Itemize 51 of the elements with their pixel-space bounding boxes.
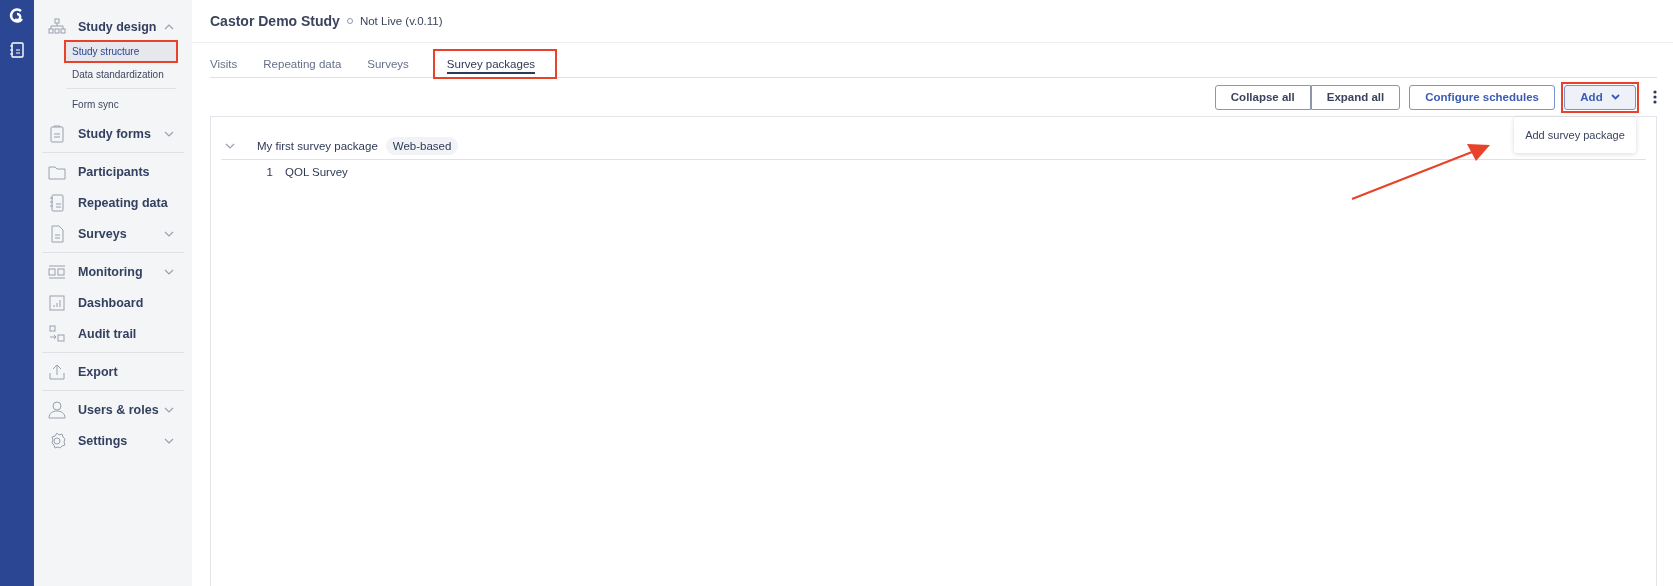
package-type-tag: Web-based <box>385 137 459 155</box>
menu-item-icon <box>48 124 66 143</box>
chevron-down-icon[interactable] <box>164 406 174 413</box>
sidebar-item[interactable]: Settings <box>78 433 164 448</box>
sidebar-item[interactable]: Monitoring <box>78 264 164 279</box>
menu-item-icon <box>48 17 66 36</box>
toolbar-button[interactable]: Expand all <box>1310 84 1401 110</box>
menu-item-icon <box>48 262 66 281</box>
tab[interactable]: Surveys <box>367 51 421 77</box>
sidebar-item[interactable]: Audit trail <box>78 326 184 341</box>
tab[interactable]: Survey packages <box>434 51 556 77</box>
menu-item-icon <box>48 362 66 381</box>
sidebar-item[interactable]: Study forms <box>78 126 164 141</box>
menu-item-icon <box>48 224 66 243</box>
sidebar-item[interactable]: Dashboard <box>78 295 184 310</box>
add-button[interactable]: Add <box>1564 84 1636 110</box>
notebook-icon[interactable] <box>10 42 24 58</box>
chevron-down-icon[interactable] <box>164 437 174 444</box>
sidebar-subitem[interactable]: Form sync <box>66 95 176 114</box>
menu-item[interactable]: Add survey package <box>1514 128 1636 141</box>
menu-item-icon <box>48 293 66 312</box>
study-status: Not Live (v.0.11) <box>359 15 443 27</box>
survey-number: 1 <box>265 166 273 178</box>
menu-item-icon <box>48 400 66 419</box>
toolbar-button[interactable]: Configure schedules <box>1409 84 1555 110</box>
chevron-down-icon[interactable] <box>225 143 235 149</box>
sidebar-item[interactable]: Participants <box>78 164 184 179</box>
sidebar-item[interactable]: Users & roles <box>78 402 164 417</box>
chevron-down-icon[interactable] <box>164 268 174 275</box>
package-name: My first survey package <box>257 140 378 152</box>
tab[interactable]: Visits <box>210 51 250 77</box>
chevron-down-icon[interactable] <box>164 130 174 137</box>
logo-icon[interactable] <box>9 8 25 26</box>
chevron-down-icon[interactable] <box>164 230 174 237</box>
status-dot-icon <box>345 17 354 25</box>
sidebar-item[interactable]: Study design <box>78 19 164 34</box>
caret-icon <box>1610 94 1620 100</box>
chevron-up-icon[interactable] <box>164 23 174 30</box>
toolbar-button[interactable]: Collapse all <box>1214 84 1311 110</box>
sidebar-subitem[interactable]: Data standardization <box>66 65 176 84</box>
study-title: Castor Demo Study <box>210 13 340 29</box>
menu-item-icon <box>48 193 66 212</box>
sidebar-item[interactable]: Repeating data <box>78 195 184 210</box>
menu-item-icon <box>48 324 66 343</box>
survey-name: QOL Survey <box>285 166 348 178</box>
tab[interactable]: Repeating data <box>263 51 354 77</box>
sidebar-item[interactable]: Surveys <box>78 226 164 241</box>
more-icon[interactable] <box>1653 90 1657 104</box>
menu-item-icon <box>48 431 66 450</box>
sidebar-subitem[interactable]: Study structure <box>66 42 176 61</box>
sidebar-item[interactable]: Export <box>78 364 184 379</box>
